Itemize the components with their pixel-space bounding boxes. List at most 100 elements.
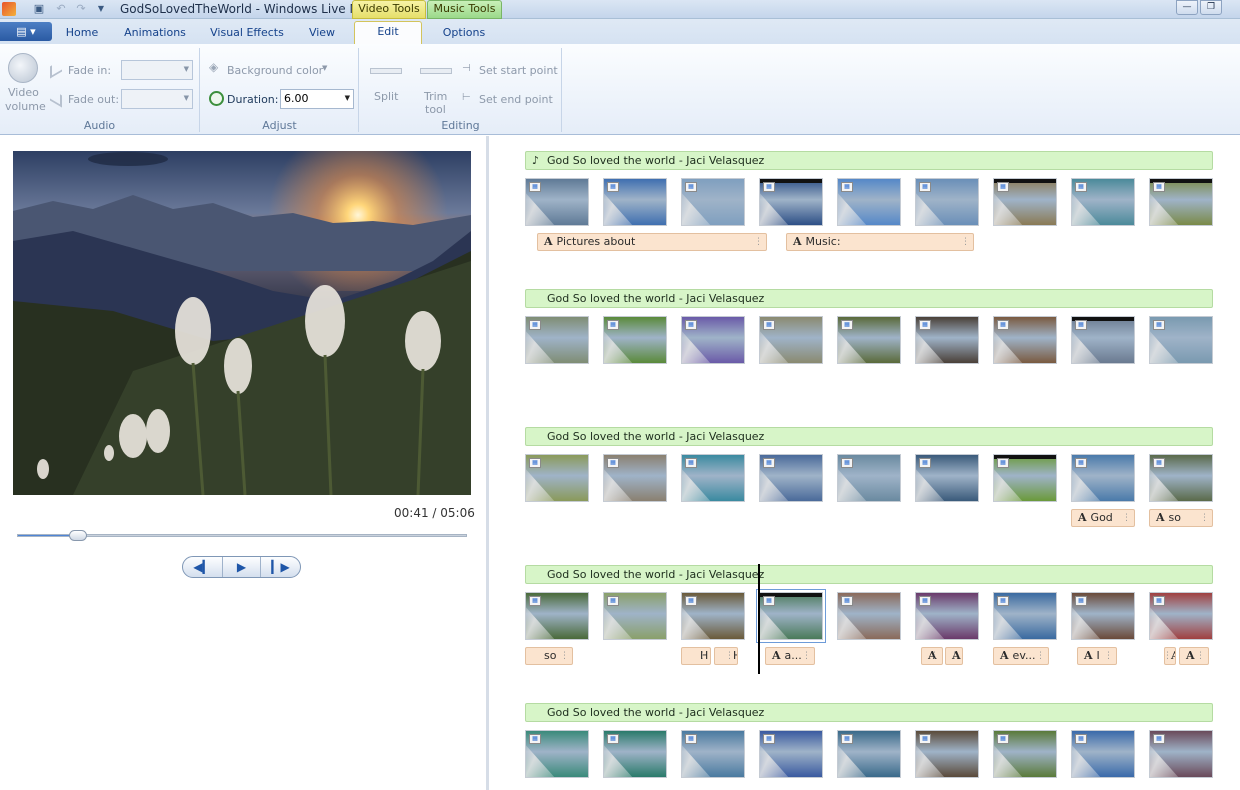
storyboard-clip[interactable]: ▦ [603, 316, 667, 364]
storyboard-clip[interactable]: ▦ [681, 592, 745, 640]
storyboard-clip[interactable]: ▦ [837, 454, 901, 502]
storyboard-clip[interactable]: ▦ [993, 178, 1057, 226]
caption-clip[interactable]: A⋮ [1179, 647, 1209, 665]
undo-icon[interactable]: ↶ [54, 2, 68, 16]
caption-clip[interactable]: A God ⋮ [1071, 509, 1135, 527]
caption-clip[interactable]: A I ⋮ [1077, 647, 1117, 665]
minimize-button[interactable]: — [1176, 0, 1198, 15]
caption-clip[interactable]: Aa... ⋮ [765, 647, 815, 665]
caption-clip[interactable]: A Pictures about ⋮ [537, 233, 767, 251]
storyboard-clip[interactable]: ▦ [837, 316, 901, 364]
storyboard-clip[interactable]: ▦ [837, 592, 901, 640]
play-button[interactable]: ▶ [222, 557, 261, 577]
storyboard-clip[interactable]: ▦ [681, 316, 745, 364]
storyboard-clip[interactable]: ▦ [1071, 454, 1135, 502]
tab-view[interactable]: View [300, 23, 344, 44]
previous-frame-button[interactable]: ◀▎ [183, 557, 222, 577]
storyboard-clip[interactable]: ▦ [993, 592, 1057, 640]
storyboard-clip[interactable]: ▦ [1071, 178, 1135, 226]
storyboard-clip[interactable]: ▦ [681, 454, 745, 502]
speaker-icon[interactable] [8, 53, 38, 83]
storyboard-clip[interactable]: ▦ [756, 589, 826, 643]
app-icon[interactable] [2, 2, 16, 16]
save-icon[interactable]: ▣ [32, 2, 46, 16]
qat-dropdown-icon[interactable]: ▼ [94, 2, 108, 16]
storyboard-clip[interactable]: ▦ [525, 316, 589, 364]
caption-clip[interactable]: Aso ⋮ [1149, 509, 1213, 527]
storyboard-clip[interactable]: ▦ [603, 178, 667, 226]
storyboard-clip[interactable]: ▦ [525, 730, 589, 778]
storyboard-clip[interactable]: ▦ [1149, 316, 1213, 364]
storyboard-clip[interactable]: ▦ [603, 730, 667, 778]
set-start-point-button[interactable]: Set start point [479, 64, 558, 77]
caption-clip[interactable]: H⋮ [714, 647, 738, 665]
preview-monitor[interactable] [13, 151, 471, 495]
music-track-bar[interactable]: God So loved the world - Jaci Velasquez [525, 427, 1213, 446]
storyboard-clip[interactable]: ▦ [993, 316, 1057, 364]
storyboard-clip[interactable]: ▦ [681, 730, 745, 778]
storyboard-clip[interactable]: ▦ [915, 178, 979, 226]
storyboard-clip[interactable]: ▦ [1149, 730, 1213, 778]
caption-clip[interactable]: A Music: ⋮ [786, 233, 974, 251]
music-track-bar[interactable]: God So loved the world - Jaci Velasquez [525, 289, 1213, 308]
storyboard-clip[interactable]: ▦ [915, 730, 979, 778]
trim-icon[interactable] [420, 68, 452, 74]
fade-out-select[interactable]: ▼ [121, 89, 193, 109]
caption-clip[interactable]: A⋮ [1164, 647, 1176, 665]
storyboard-clip[interactable]: ▦ [525, 454, 589, 502]
seek-thumb[interactable] [69, 530, 88, 541]
tab-home[interactable]: Home [60, 23, 104, 44]
redo-icon[interactable]: ↷ [74, 2, 88, 16]
storyboard-clip[interactable]: ▦ [1071, 730, 1135, 778]
app-menu-button[interactable]: ▤ ▾ [0, 22, 52, 41]
caption-clip[interactable]: Aev... ⋮ [993, 647, 1049, 665]
storyboard-clip[interactable]: ▦ [1149, 454, 1213, 502]
tab-options[interactable]: Options [430, 23, 498, 44]
caption-clip[interactable]: A⋮ [945, 647, 963, 665]
storyboard-clip[interactable]: ▦ [993, 730, 1057, 778]
storyboard-clip[interactable]: ▦ [759, 454, 823, 502]
background-color-dropdown-icon[interactable]: ▼ [322, 64, 327, 72]
storyboard-clip[interactable]: ▦ [525, 178, 589, 226]
playhead[interactable] [758, 564, 760, 674]
storyboard-clip[interactable]: ▦ [759, 730, 823, 778]
background-color-button[interactable]: Background color [227, 64, 323, 77]
storyboard-clip[interactable]: ▦ [915, 316, 979, 364]
storyboard-clip[interactable]: ▦ [915, 592, 979, 640]
video-volume-label-2[interactable]: volume [5, 100, 46, 113]
music-track-bar[interactable]: God So loved the world - Jaci Velasquez [525, 565, 1213, 584]
tab-animations[interactable]: Animations [118, 23, 192, 44]
storyboard-clip[interactable]: ▦ [681, 178, 745, 226]
tab-visual-effects[interactable]: Visual Effects [204, 23, 290, 44]
set-end-point-button[interactable]: Set end point [479, 93, 553, 106]
maximize-button[interactable]: ❐ [1200, 0, 1222, 15]
storyboard-clip[interactable]: ▦ [603, 454, 667, 502]
storyboard-clip[interactable]: ▦ [1071, 592, 1135, 640]
storyboard-clip[interactable]: ▦ [837, 178, 901, 226]
storyboard-clip[interactable]: ▦ [1071, 316, 1135, 364]
storyboard-clip[interactable]: ▦ [915, 454, 979, 502]
storyboard-clip[interactable]: ▦ [759, 178, 823, 226]
storyboard-clip[interactable]: ▦ [1149, 592, 1213, 640]
storyboard-clip[interactable]: ▦ [993, 454, 1057, 502]
music-track-bar[interactable]: God So loved the world - Jaci Velasquez [525, 703, 1213, 722]
seek-bar[interactable] [17, 530, 467, 541]
trim-label-2[interactable]: tool [425, 103, 446, 116]
storyboard[interactable]: ♪ God So loved the world - Jaci Velasquez… [492, 136, 1240, 790]
storyboard-clip[interactable]: ▦ [525, 592, 589, 640]
storyboard-clip[interactable]: ▦ [603, 592, 667, 640]
tab-edit[interactable]: Edit [354, 21, 422, 44]
storyboard-clip[interactable]: ▦ [1149, 178, 1213, 226]
storyboard-clip[interactable]: ▦ [759, 316, 823, 364]
fade-in-select[interactable]: ▼ [121, 60, 193, 80]
split-icon[interactable] [370, 68, 402, 74]
caption-clip[interactable]: so ⋮ [525, 647, 573, 665]
split-button[interactable]: Split [374, 90, 398, 103]
caption-clip[interactable]: H⋮ [681, 647, 711, 665]
next-frame-button[interactable]: ▎▶ [261, 557, 300, 577]
caption-clip[interactable]: A⋮ [921, 647, 943, 665]
video-volume-label-1[interactable]: Video [8, 86, 39, 99]
duration-select[interactable]: 6.00 ▼ [280, 89, 354, 109]
music-track-bar[interactable]: ♪ God So loved the world - Jaci Velasquez [525, 151, 1213, 170]
trim-label-1[interactable]: Trim [424, 90, 447, 103]
